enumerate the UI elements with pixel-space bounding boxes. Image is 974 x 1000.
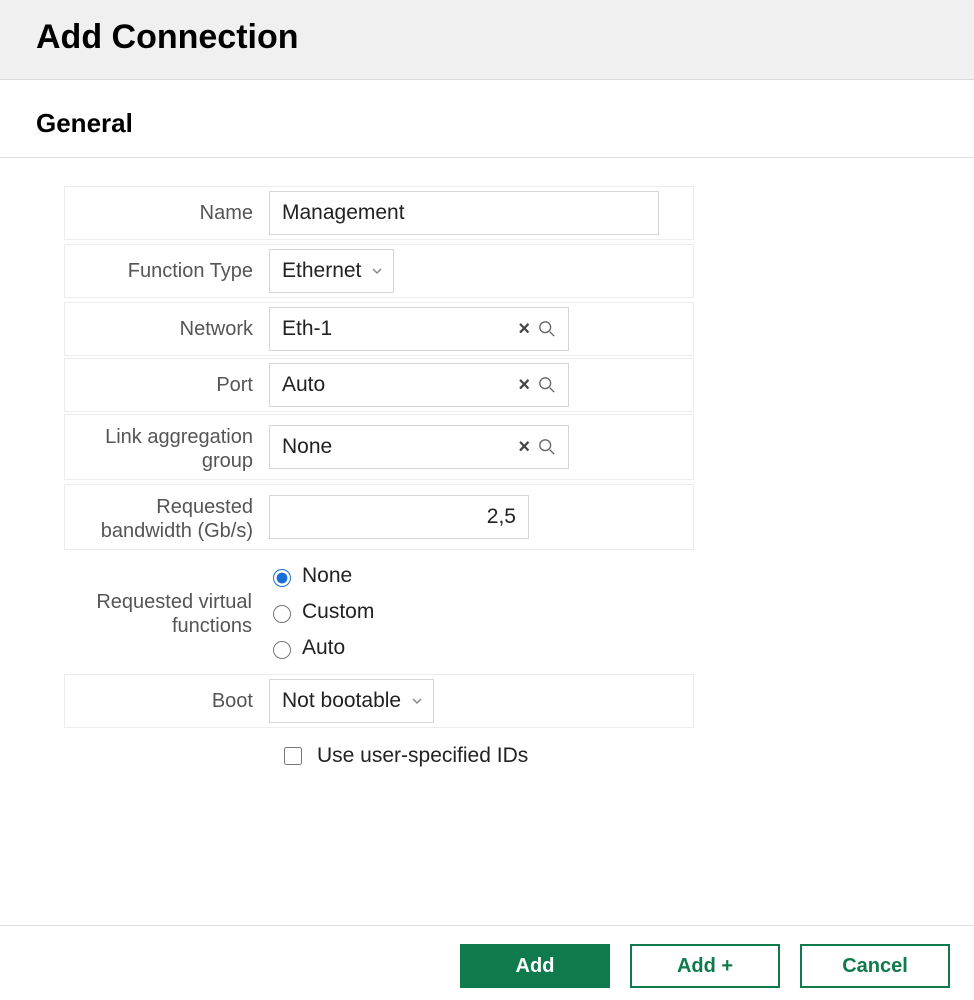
- row-user-ids: Use user-specified IDs: [280, 744, 694, 768]
- user-ids-checkbox[interactable]: [284, 747, 302, 765]
- chevron-down-icon: [411, 689, 423, 713]
- row-lag: Link aggregation group None ×: [64, 414, 694, 480]
- form-area: Name Function Type Ethernet Network Eth-…: [0, 158, 974, 796]
- label-port: Port: [65, 359, 265, 411]
- rvf-radio-none-input[interactable]: [273, 569, 291, 587]
- bandwidth-input[interactable]: [269, 495, 529, 539]
- rvf-radio-none[interactable]: None: [268, 564, 374, 588]
- label-bandwidth: Requested bandwidth (Gb/s): [65, 485, 265, 549]
- row-function-type: Function Type Ethernet: [64, 244, 694, 298]
- clear-icon[interactable]: ×: [514, 374, 534, 397]
- row-name: Name: [64, 186, 694, 240]
- boot-value: Not bootable: [282, 689, 401, 713]
- cancel-button[interactable]: Cancel: [800, 944, 950, 988]
- search-icon[interactable]: [534, 320, 560, 338]
- row-network: Network Eth-1 ×: [64, 302, 694, 356]
- network-lookup[interactable]: Eth-1 ×: [269, 307, 569, 351]
- rvf-radio-auto-input[interactable]: [273, 641, 291, 659]
- row-rvf: Requested virtual functions None Custom …: [64, 554, 694, 670]
- clear-icon[interactable]: ×: [514, 318, 534, 341]
- user-ids-label: Use user-specified IDs: [317, 744, 528, 768]
- lag-lookup[interactable]: None ×: [269, 425, 569, 469]
- lag-value: None: [282, 435, 514, 459]
- label-name: Name: [65, 187, 265, 239]
- label-lag: Link aggregation group: [65, 415, 265, 479]
- row-boot: Boot Not bootable: [64, 674, 694, 728]
- section-general-title: General: [0, 80, 974, 158]
- row-bandwidth: Requested bandwidth (Gb/s): [64, 484, 694, 550]
- label-rvf: Requested virtual functions: [64, 580, 264, 644]
- rvf-radio-custom-input[interactable]: [273, 605, 291, 623]
- add-plus-button[interactable]: Add +: [630, 944, 780, 988]
- rvf-radio-auto[interactable]: Auto: [268, 636, 374, 660]
- port-value: Auto: [282, 373, 514, 397]
- boot-select[interactable]: Not bootable: [269, 679, 434, 723]
- chevron-down-icon: [371, 259, 383, 283]
- row-port: Port Auto ×: [64, 358, 694, 412]
- label-network: Network: [65, 303, 265, 355]
- network-value: Eth-1: [282, 317, 514, 341]
- search-icon[interactable]: [534, 438, 560, 456]
- search-icon[interactable]: [534, 376, 560, 394]
- rvf-none-label: None: [302, 564, 352, 588]
- label-function-type: Function Type: [65, 245, 265, 297]
- port-lookup[interactable]: Auto ×: [269, 363, 569, 407]
- label-boot: Boot: [65, 675, 265, 727]
- add-button[interactable]: Add: [460, 944, 610, 988]
- dialog-title: Add Connection: [36, 18, 938, 57]
- dialog-header: Add Connection: [0, 0, 974, 80]
- rvf-radio-group: None Custom Auto: [268, 558, 374, 666]
- dialog-footer: Add Add + Cancel: [0, 925, 974, 1000]
- function-type-value: Ethernet: [282, 259, 361, 283]
- rvf-auto-label: Auto: [302, 636, 345, 660]
- name-input[interactable]: [269, 191, 659, 235]
- function-type-select[interactable]: Ethernet: [269, 249, 394, 293]
- clear-icon[interactable]: ×: [514, 436, 534, 459]
- rvf-radio-custom[interactable]: Custom: [268, 600, 374, 624]
- rvf-custom-label: Custom: [302, 600, 374, 624]
